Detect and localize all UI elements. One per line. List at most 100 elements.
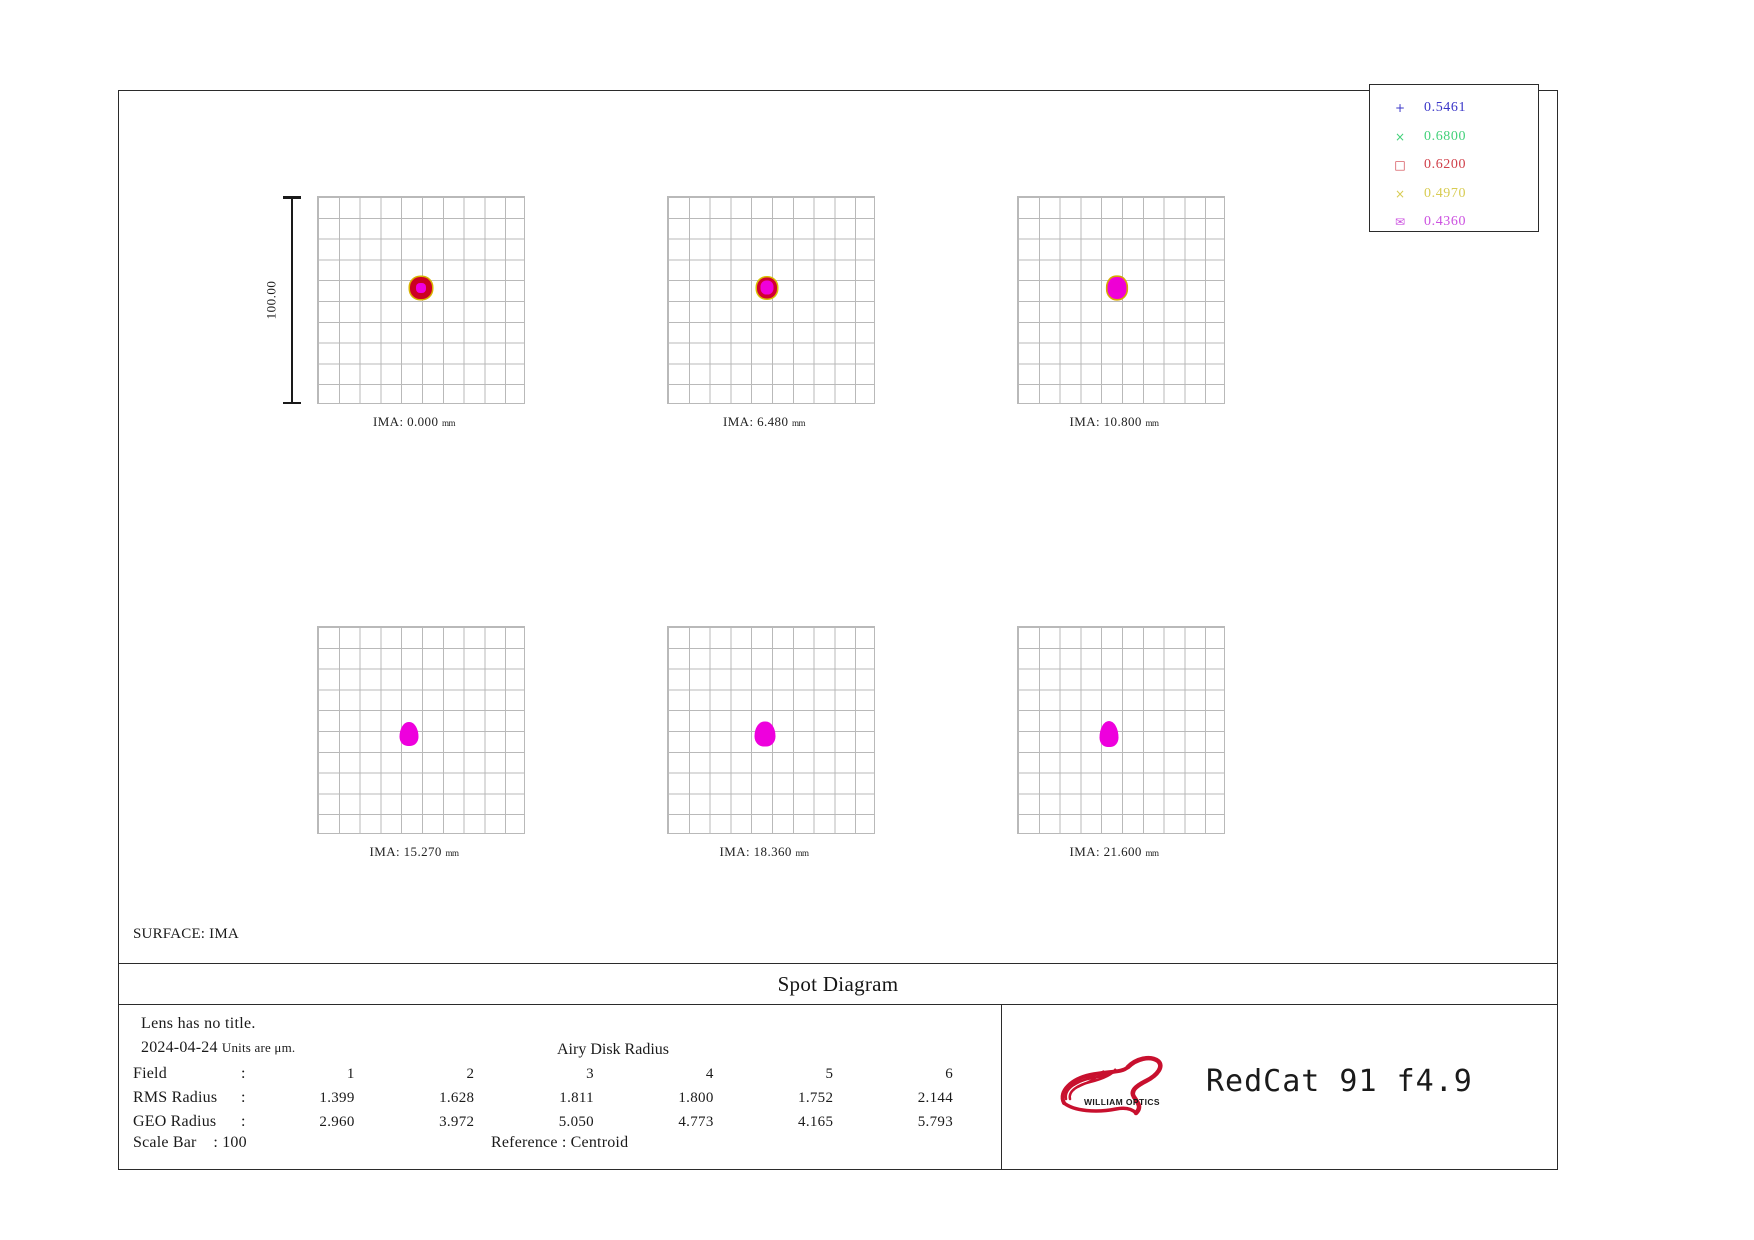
cell-value: 5.793 — [917, 1113, 953, 1130]
spot-grid-6 — [1017, 626, 1225, 834]
spot-grid-3 — [1017, 196, 1225, 404]
cell-value: 3 — [586, 1065, 594, 1082]
title-band: Spot Diagram — [119, 963, 1557, 1005]
lens-title: Lens has no title. — [141, 1015, 256, 1032]
ima-value-6: IMA: 21.600 — [1069, 844, 1142, 859]
footer: Lens has no title. 2024-04-24 Units are … — [119, 1005, 1557, 1169]
cell-value: 2.144 — [917, 1089, 953, 1106]
row-label: Field — [133, 1065, 167, 1082]
cell-value: 1.811 — [559, 1089, 594, 1106]
cell-value: 4 — [705, 1065, 714, 1082]
footer-data-block: Lens has no title. 2024-04-24 Units are … — [119, 1005, 1002, 1169]
spot-blob-6 — [1099, 721, 1119, 748]
ima-label-3: IMA: 10.800 mm — [999, 414, 1229, 430]
scale-bar-label: 100.00 — [263, 280, 279, 320]
legend-marker-cross-icon: × — [1394, 129, 1406, 144]
scale-bar: 100.00 — [263, 196, 301, 404]
brand-block: WILLIAM OPTICS RedCat 91 f4.9 — [1002, 1005, 1557, 1169]
page-title: Spot Diagram — [777, 971, 899, 996]
ima-value-4: IMA: 15.270 — [369, 844, 442, 859]
cell-value: 1.628 — [439, 1089, 475, 1106]
legend-item: × 0.6800 — [1370, 123, 1538, 152]
legend-wavelength: 0.4970 — [1424, 185, 1467, 201]
spot-panel-6: IMA: 21.600 mm — [999, 626, 1229, 876]
ima-unit-2: mm — [792, 418, 806, 428]
william-optics-logo-icon: WILLIAM OPTICS — [1050, 1041, 1190, 1121]
reference-row: Reference : Centroid — [491, 1134, 629, 1151]
legend-item: × 0.4970 — [1370, 180, 1538, 209]
brand: WILLIAM OPTICS RedCat 91 f4.9 — [1050, 1041, 1473, 1121]
legend-wavelength: 0.6800 — [1424, 128, 1467, 144]
cell-value: 3.972 — [439, 1113, 475, 1130]
row-colon: : — [241, 1113, 246, 1130]
ima-value-1: IMA: 0.000 — [372, 414, 439, 429]
legend-marker-cross-icon: × — [1394, 186, 1406, 201]
william-optics-swan-icon — [1060, 1055, 1163, 1116]
legend-item: + 0.5461 — [1370, 94, 1538, 123]
scale-bar-rod — [291, 196, 293, 404]
legend-wavelength: 0.5461 — [1424, 100, 1467, 116]
ima-value-2: IMA: 6.480 — [722, 414, 789, 429]
spot-grid-4 — [317, 626, 525, 834]
surface-label: SURFACE: IMA — [133, 926, 239, 942]
spot-blob-5 — [754, 721, 776, 747]
legend-item: ✉ 0.4360 — [1370, 208, 1538, 237]
row-label: GEO Radius — [133, 1113, 217, 1130]
ima-value-5: IMA: 18.360 — [719, 844, 792, 859]
spot-grid-1 — [317, 196, 525, 404]
ima-value-3: IMA: 10.800 — [1069, 414, 1142, 429]
airy-disk-radius-header: Airy Disk Radius — [557, 1041, 669, 1058]
wavelength-legend: + 0.5461 × 0.6800 □ 0.6200 × 0.4970 ✉ 0.… — [1369, 84, 1539, 232]
spot-panel-5: IMA: 18.360 mm — [649, 626, 879, 876]
row-colon: : — [241, 1089, 246, 1106]
spot-plot-area: 100.00 IMA: 0.000 mm IMA: 6.480 mm IMA: … — [119, 84, 1557, 923]
cell-value: 1.800 — [678, 1089, 714, 1106]
ima-unit-4: mm — [445, 848, 459, 858]
spot-blob-3 — [1107, 276, 1127, 299]
cell-value: 5 — [825, 1065, 834, 1082]
scale-bar-row-value: : 100 — [213, 1134, 247, 1151]
spot-panel-2: IMA: 6.480 mm — [649, 196, 879, 446]
ima-label-1: IMA: 0.000 mm — [299, 414, 529, 430]
cell-value: 6 — [945, 1065, 953, 1082]
spot-grid-5 — [667, 626, 875, 834]
scale-bar-row: Scale Bar : 100 — [133, 1134, 247, 1152]
spot-statistics-table: Field : 1 2 3 4 5 6 RMS Radius : 1.399 1… — [133, 1062, 993, 1134]
table-row-geo-radius: GEO Radius : 2.960 3.972 5.050 4.773 4.1… — [133, 1110, 993, 1134]
cell-value: 5.050 — [558, 1113, 594, 1130]
ima-label-2: IMA: 6.480 mm — [649, 414, 879, 430]
cell-value: 1 — [346, 1065, 355, 1082]
cell-value: 1.399 — [319, 1089, 355, 1106]
cell-value: 1.752 — [798, 1089, 834, 1106]
ima-unit-1: mm — [442, 418, 456, 428]
ima-unit-3: mm — [1145, 418, 1159, 428]
cell-value: 4.165 — [798, 1113, 834, 1130]
ima-unit-6: mm — [1145, 848, 1159, 858]
table-row-rms-radius: RMS Radius : 1.399 1.628 1.811 1.800 1.7… — [133, 1086, 993, 1110]
spot-blob-4 — [399, 722, 419, 747]
spot-panel-4: IMA: 15.270 mm — [299, 626, 529, 876]
spot-panel-3: IMA: 10.800 mm — [999, 196, 1229, 446]
ima-label-6: IMA: 21.600 mm — [999, 844, 1229, 860]
spot-blob-2 — [756, 277, 777, 299]
spot-grid-2 — [667, 196, 875, 404]
cell-value: 2 — [466, 1065, 475, 1082]
spot-blob-1 — [410, 276, 432, 299]
legend-item: □ 0.6200 — [1370, 151, 1538, 180]
diagram-sheet: 100.00 IMA: 0.000 mm IMA: 6.480 mm IMA: … — [118, 84, 1558, 1170]
legend-marker-plus-icon: + — [1394, 101, 1406, 116]
ima-unit-5: mm — [795, 848, 809, 858]
scale-bar-row-label: Scale Bar — [133, 1134, 197, 1151]
units-label: Units are μm. — [221, 1040, 296, 1055]
ima-label-4: IMA: 15.270 mm — [299, 844, 529, 860]
ima-label-5: IMA: 18.360 mm — [649, 844, 879, 860]
cell-value: 2.960 — [319, 1113, 355, 1130]
product-name: RedCat 91 f4.9 — [1206, 1063, 1473, 1099]
legend-wavelength: 0.6200 — [1424, 157, 1467, 173]
date-and-units: 2024-04-24 Units are μm. — [141, 1039, 295, 1057]
legend-wavelength: 0.4360 — [1424, 214, 1467, 230]
william-optics-wordmark: WILLIAM OPTICS — [1084, 1097, 1160, 1107]
row-colon: : — [241, 1065, 246, 1082]
cell-value: 4.773 — [678, 1113, 714, 1130]
legend-marker-bowtie-icon: ✉ — [1394, 215, 1406, 230]
